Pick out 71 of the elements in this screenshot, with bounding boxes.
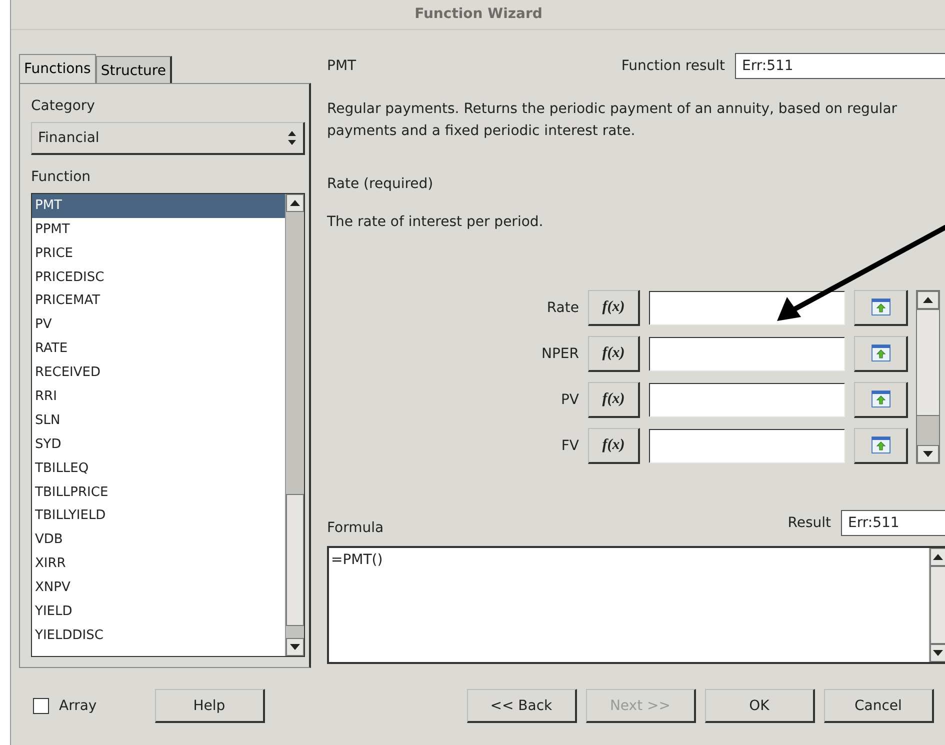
shrink-button[interactable] <box>854 428 908 464</box>
category-dropdown[interactable]: Financial <box>31 122 305 155</box>
scrollbar[interactable] <box>285 194 304 656</box>
list-item[interactable]: SYD <box>32 432 285 457</box>
dialog-button[interactable]: << Back <box>466 689 577 724</box>
checkbox[interactable] <box>33 698 49 714</box>
shrink-icon <box>870 344 890 362</box>
list-item[interactable]: YIELDDISC <box>32 624 285 648</box>
function-description: Regular payments. Returns the periodic payment of an annuity, based on regular payments and a fixed periodic interest rate. <box>327 100 898 141</box>
function-name: PMT <box>327 58 358 74</box>
argument-title: Rate (required) <box>327 176 434 192</box>
result-label: Result <box>788 514 831 531</box>
argument-field[interactable] <box>649 336 845 371</box>
list-item[interactable]: PRICEDISC <box>32 266 285 290</box>
dialog-button[interactable]: Cancel <box>824 689 934 724</box>
result-field[interactable]: Err:511 <box>841 510 945 536</box>
list-item[interactable]: XIRR <box>32 552 285 576</box>
argument-field[interactable] <box>649 382 845 417</box>
function-button[interactable]: f(x) <box>588 336 640 372</box>
help-button[interactable]: Help <box>154 689 265 724</box>
function-result-field[interactable]: Err:511 <box>735 52 945 79</box>
scroll-down-icon <box>923 450 933 457</box>
shrink-button[interactable] <box>854 382 908 418</box>
dialog-button[interactable]: OK <box>704 689 815 724</box>
tab[interactable]: Functions <box>19 54 96 84</box>
scroll-down-icon <box>933 650 943 656</box>
tab[interactable]: Structure <box>96 56 172 84</box>
argument-description: The rate of interest per period. <box>327 214 544 230</box>
shrink-icon <box>870 436 890 454</box>
list-item[interactable]: RECEIVED <box>32 361 285 386</box>
list-item[interactable]: PMT <box>32 194 285 218</box>
category-label: Category <box>31 98 96 114</box>
shrink-icon <box>870 390 890 408</box>
scrollbar[interactable] <box>916 290 940 464</box>
scroll-up-icon <box>290 200 300 206</box>
scrollbar-thumb[interactable] <box>930 566 945 644</box>
list-item[interactable]: TBILLPRICE <box>32 480 285 504</box>
function-label: Function <box>31 168 92 185</box>
list-item[interactable]: RATE <box>32 337 285 362</box>
function-result-label: Function result <box>621 58 725 74</box>
list-item[interactable]: PPMT <box>32 218 285 242</box>
spin-arrows-icon <box>287 130 297 146</box>
window-title: Function Wizard <box>414 6 542 22</box>
list-item[interactable]: TBILLEQ <box>32 456 285 481</box>
argument-label: PV <box>560 392 579 408</box>
argument-field[interactable] <box>649 290 845 325</box>
list-item[interactable]: YIELD <box>32 600 285 624</box>
shrink-button[interactable] <box>854 290 908 326</box>
list-item[interactable]: SLN <box>32 408 285 433</box>
formula-label: Formula <box>327 520 384 536</box>
function-button[interactable]: f(x) <box>588 382 640 418</box>
function-button[interactable]: f(x) <box>588 290 640 326</box>
list-item[interactable]: XNPV <box>32 576 285 600</box>
list-item[interactable]: TBILLYIELD <box>32 504 285 528</box>
scroll-up-icon <box>923 296 933 303</box>
scroll-down-icon <box>290 644 300 650</box>
list-item[interactable]: RRI <box>32 385 285 409</box>
shrink-button[interactable] <box>854 336 908 372</box>
list-item[interactable]: PRICEMAT <box>32 289 285 314</box>
list-item[interactable]: PRICE <box>32 242 285 266</box>
argument-field[interactable] <box>649 428 845 463</box>
argument-label: NPER <box>540 346 579 362</box>
argument-label: Rate <box>546 300 579 316</box>
formula-field[interactable]: =PMT() <box>327 546 945 664</box>
scroll-up-icon <box>933 554 943 560</box>
shrink-icon <box>870 298 890 316</box>
argument-label: FV <box>560 438 579 454</box>
list-item[interactable]: VDB <box>32 528 285 552</box>
array-label: Array <box>59 698 97 714</box>
list-item[interactable]: PV <box>32 313 285 338</box>
function-button[interactable]: f(x) <box>588 428 640 464</box>
